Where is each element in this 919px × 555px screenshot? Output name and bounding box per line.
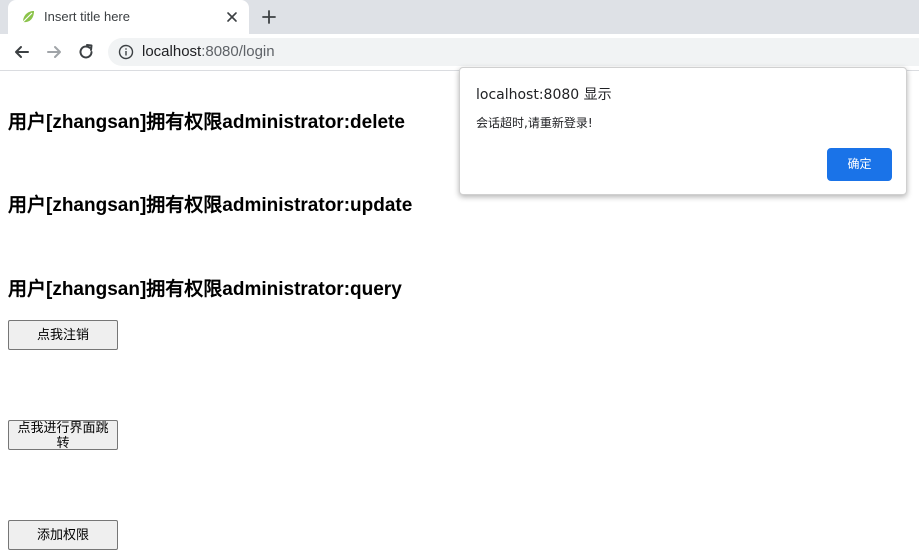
back-arrow-icon[interactable] (12, 42, 32, 62)
navigate-button[interactable]: 点我进行界面跳转 (8, 420, 118, 450)
new-tab-plus-icon[interactable] (261, 9, 277, 25)
url-text[interactable]: localhost:8080/login (142, 43, 275, 61)
url-path: :8080/login (201, 43, 275, 60)
permission-query: 用户[zhangsan]拥有权限administrator:query (8, 279, 402, 300)
address-bar[interactable]: localhost:8080/login (108, 38, 919, 66)
close-icon[interactable] (224, 9, 240, 25)
browser-tab[interactable]: Insert title here (8, 0, 249, 34)
dialog-message: 会话超时,请重新登录! (476, 116, 593, 130)
tab-strip: Insert title here (0, 0, 919, 34)
browser-toolbar: localhost:8080/login (0, 34, 919, 71)
add-permission-button[interactable]: 添加权限 (8, 520, 118, 550)
permission-update: 用户[zhangsan]拥有权限administrator:update (8, 195, 413, 216)
logout-button[interactable]: 点我注销 (8, 320, 118, 350)
ok-button[interactable]: 确定 (827, 148, 892, 181)
permission-delete: 用户[zhangsan]拥有权限administrator:delete (8, 112, 405, 133)
dialog-title: localhost:8080 显示 (476, 87, 612, 103)
url-host: localhost (142, 43, 202, 60)
browser-window: Insert title here localhost:8080/login 用… (0, 0, 919, 555)
alert-dialog: localhost:8080 显示 会话超时,请重新登录! 确定 (459, 67, 907, 195)
leaf-icon (22, 11, 34, 23)
forward-arrow-icon[interactable] (44, 42, 64, 62)
reload-icon[interactable] (76, 42, 96, 62)
info-icon[interactable] (118, 44, 134, 60)
tab-title: Insert title here (44, 9, 130, 24)
